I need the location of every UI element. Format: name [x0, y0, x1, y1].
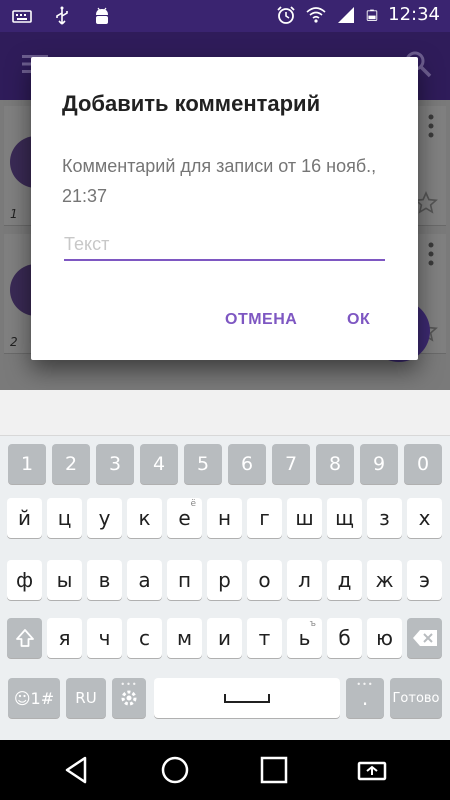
- list-item-number: 2: [10, 335, 18, 349]
- emoji-symbols-key[interactable]: ☺1#: [8, 678, 60, 718]
- back-icon[interactable]: [60, 754, 92, 786]
- key-letter[interactable]: в: [87, 560, 122, 600]
- shift-icon: [15, 629, 34, 647]
- signal-icon: [338, 6, 355, 23]
- key-letter-soft-sign-label: ь: [298, 626, 311, 650]
- recents-icon[interactable]: [258, 754, 290, 786]
- key-letter[interactable]: э: [407, 560, 442, 600]
- key-letter[interactable]: ж: [367, 560, 402, 600]
- key-letter[interactable]: х: [407, 498, 442, 538]
- period-key-label: .: [361, 686, 369, 710]
- language-key[interactable]: RU: [66, 678, 106, 718]
- key-letter-e[interactable]: её: [167, 498, 202, 538]
- key-1[interactable]: 1: [8, 444, 46, 484]
- key-letter[interactable]: ш: [287, 498, 322, 538]
- key-letter[interactable]: л: [287, 560, 322, 600]
- backspace-icon: [412, 630, 437, 646]
- done-key[interactable]: Готово: [390, 678, 442, 718]
- key-letter[interactable]: н: [207, 498, 242, 538]
- key-letter[interactable]: с: [127, 618, 162, 658]
- key-6[interactable]: 6: [228, 444, 266, 484]
- key-letter[interactable]: п: [167, 560, 202, 600]
- key-hint: ё: [190, 499, 196, 509]
- ok-button[interactable]: ОК: [347, 311, 370, 329]
- key-letter[interactable]: ч: [87, 618, 122, 658]
- battery-icon: [366, 9, 378, 21]
- key-letter[interactable]: р: [207, 560, 242, 600]
- key-letter[interactable]: й: [7, 498, 42, 538]
- key-hint: ъ: [309, 619, 316, 629]
- period-key[interactable]: ••• .: [346, 678, 384, 718]
- keyboard: 1 2 3 4 5 6 7 8 9 0 й ц у к её н г ш щ з…: [0, 436, 450, 740]
- more-vert-icon[interactable]: [428, 114, 434, 138]
- key-letter[interactable]: г: [247, 498, 282, 538]
- key-letter[interactable]: б: [327, 618, 362, 658]
- key-8[interactable]: 8: [316, 444, 354, 484]
- alarm-icon: [277, 5, 295, 24]
- space-key[interactable]: [154, 678, 340, 718]
- home-icon[interactable]: [159, 754, 191, 786]
- status-time: 12:34: [388, 4, 440, 25]
- key-9[interactable]: 9: [360, 444, 398, 484]
- key-letter-soft-sign[interactable]: ьъ: [287, 618, 322, 658]
- status-bar: 12:34: [0, 0, 450, 32]
- key-letter[interactable]: ы: [47, 560, 82, 600]
- rotate-icon[interactable]: [356, 754, 388, 786]
- key-letter[interactable]: у: [87, 498, 122, 538]
- key-letter[interactable]: я: [47, 618, 82, 658]
- key-letter[interactable]: д: [327, 560, 362, 600]
- key-letter[interactable]: к: [127, 498, 162, 538]
- gear-icon: [121, 690, 137, 706]
- key-letter[interactable]: ю: [367, 618, 402, 658]
- key-letter[interactable]: м: [167, 618, 202, 658]
- navigation-bar: [0, 740, 450, 800]
- usb-icon: [56, 6, 68, 25]
- cancel-button[interactable]: ОТМЕНА: [225, 311, 297, 329]
- key-letter[interactable]: и: [207, 618, 242, 658]
- key-more-dots: •••: [356, 680, 374, 689]
- space-bar-icon: [224, 694, 270, 703]
- add-comment-dialog: Добавить комментарий Комментарий для зап…: [31, 57, 418, 360]
- key-7[interactable]: 7: [272, 444, 310, 484]
- list-item-number: 1: [10, 207, 18, 221]
- dialog-message: Комментарий для записи от 16 нояб., 21:3…: [62, 156, 377, 206]
- key-letter-e-label: е: [178, 506, 191, 530]
- keyboard-suggestion-strip: [0, 390, 450, 436]
- comment-input[interactable]: [64, 229, 385, 261]
- key-4[interactable]: 4: [140, 444, 178, 484]
- backspace-key[interactable]: [407, 618, 442, 658]
- key-3[interactable]: 3: [96, 444, 134, 484]
- key-letter[interactable]: ф: [7, 560, 42, 600]
- android-debug-icon: [96, 7, 108, 24]
- key-more-dots: •••: [120, 680, 138, 689]
- more-vert-icon[interactable]: [428, 242, 434, 266]
- key-letter[interactable]: з: [367, 498, 402, 538]
- key-2[interactable]: 2: [52, 444, 90, 484]
- settings-key[interactable]: •••: [112, 678, 146, 718]
- key-letter[interactable]: ц: [47, 498, 82, 538]
- key-0[interactable]: 0: [404, 444, 442, 484]
- key-letter[interactable]: о: [247, 560, 282, 600]
- key-5[interactable]: 5: [184, 444, 222, 484]
- shift-key[interactable]: [7, 618, 42, 658]
- dialog-title: Добавить комментарий: [62, 91, 321, 116]
- key-letter[interactable]: а: [127, 560, 162, 600]
- key-letter[interactable]: т: [247, 618, 282, 658]
- key-letter[interactable]: щ: [327, 498, 362, 538]
- wifi-icon: [306, 6, 326, 23]
- keyboard-icon: [12, 10, 32, 23]
